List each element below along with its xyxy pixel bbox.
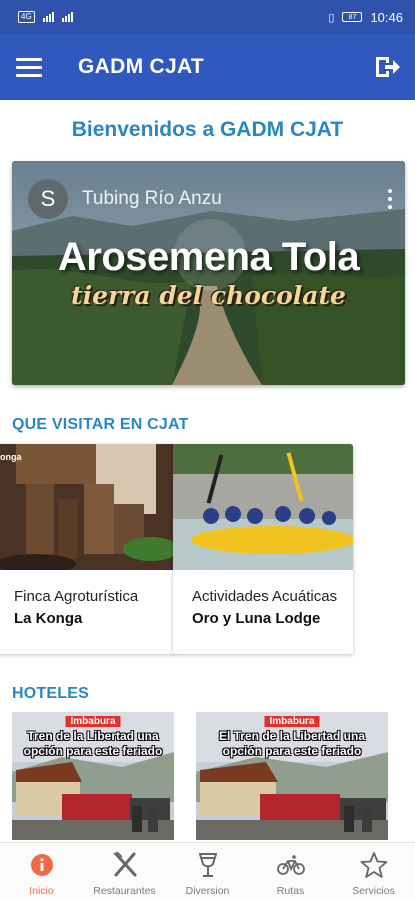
app-title: GADM CJAT — [78, 55, 204, 78]
hotel-tag: Imbabura — [65, 716, 121, 727]
hotel-headline: Tren de la Libertad una opción para este… — [12, 729, 174, 759]
video-overlay-subtitle: tierra del chocolate — [71, 281, 346, 310]
battery-icon: 87 — [342, 12, 363, 22]
place-logo-text: onga — [0, 452, 22, 462]
star-icon — [360, 851, 388, 879]
bicycle-icon — [276, 851, 305, 879]
utensils-icon — [111, 851, 139, 879]
place-image — [0, 444, 176, 570]
status-bar: 4G ▯ 87 10:46 — [0, 0, 415, 34]
bottom-navigation: Inicio Restaurantes Diversion Rutas Serv… — [0, 842, 415, 900]
nav-label: Inicio — [29, 885, 54, 897]
hotel-tag: Imbabura — [264, 716, 320, 727]
video-title[interactable]: Tubing Río Anzu — [82, 188, 387, 210]
wine-glass-icon — [194, 851, 222, 879]
hotel-headline: El Tren de la Libertad una opción para e… — [196, 729, 388, 759]
place-card-oro-y-luna[interactable]: Actividades Acuáticas Oro y Luna Lodge — [173, 444, 353, 654]
nav-label: Diversion — [185, 885, 230, 897]
nav-label: Servicios — [352, 885, 395, 897]
nav-item-restaurantes[interactable]: Restaurantes — [83, 843, 166, 900]
more-options-icon[interactable] — [387, 189, 393, 209]
nav-label: Restaurantes — [93, 885, 156, 897]
video-header: S Tubing Río Anzu — [28, 179, 393, 219]
hamburger-menu-icon[interactable] — [16, 57, 42, 77]
place-category: Finca Agroturística — [14, 588, 139, 605]
video-overlay-title: Arosemena Tola — [57, 235, 360, 279]
signal-icon — [42, 12, 54, 22]
info-circle-icon — [28, 851, 56, 879]
section-title-visit: QUE VISITAR EN CJAT — [12, 416, 189, 433]
hotel-headline-line2: opción para este feriado — [222, 744, 362, 758]
status-right: ▯ 87 10:46 — [328, 10, 403, 25]
nav-label: Rutas — [276, 885, 305, 897]
signal-icon-2 — [61, 12, 73, 22]
nav-item-inicio[interactable]: Inicio — [0, 843, 83, 900]
status-time: 10:46 — [370, 9, 403, 25]
nav-item-rutas[interactable]: Rutas — [249, 843, 332, 900]
place-image — [173, 444, 353, 570]
vibrate-icon: ▯ — [328, 11, 335, 24]
app-bar: GADM CJAT — [0, 34, 415, 100]
hotel-headline-line2: opción para este feriado — [23, 744, 163, 758]
hotel-headline-line1: Tren de la Libertad una — [27, 729, 159, 743]
place-category: Actividades Acuáticas — [192, 588, 338, 605]
sim-badge: 4G — [18, 11, 35, 23]
battery-level: 87 — [348, 13, 357, 21]
channel-avatar[interactable]: S — [28, 179, 68, 219]
hotel-headline-line1: El Tren de la Libertad una — [218, 729, 366, 743]
hotel-card-2[interactable]: Imbabura El Tren de la Libertad una opci… — [196, 712, 388, 840]
hotel-card-1[interactable]: Imbabura Tren de la Libertad una opción … — [12, 712, 174, 840]
logout-icon[interactable] — [373, 54, 401, 80]
nav-item-diversion[interactable]: Diversion — [166, 843, 249, 900]
welcome-title: Bienvenidos a GADM CJAT — [71, 118, 344, 141]
place-name: La Konga — [14, 610, 83, 627]
status-left: 4G — [18, 11, 73, 23]
place-card-la-konga[interactable]: onga Finca Agroturística La Konga — [0, 444, 176, 654]
nav-item-servicios[interactable]: Servicios — [332, 843, 415, 900]
place-name: Oro y Luna Lodge — [192, 610, 321, 627]
section-title-hotels: HOTELES — [12, 685, 89, 702]
video-player[interactable]: S Tubing Río Anzu Arosemena Tola tierra … — [12, 161, 405, 385]
